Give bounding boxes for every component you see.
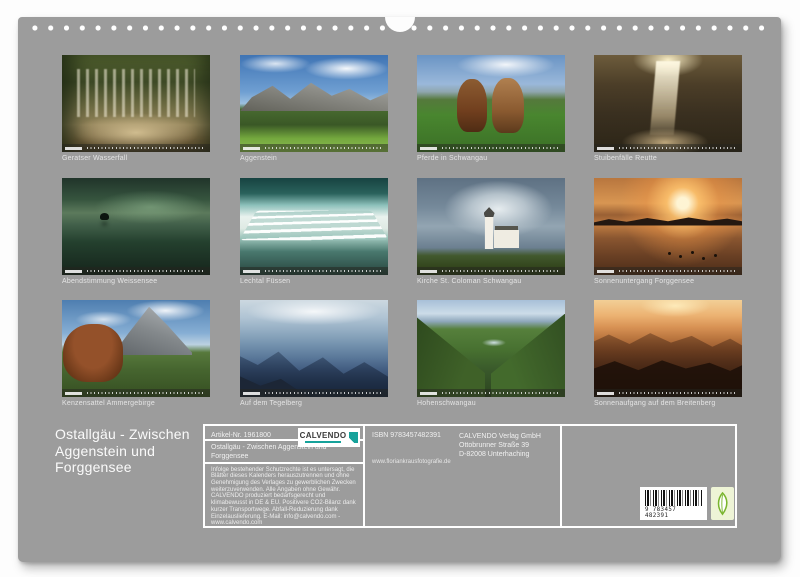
mini-calendar-strip: [417, 267, 565, 275]
month-cell: Auf dem Tegelberg: [240, 300, 388, 407]
publisher-line: CALVENDO Verlag GmbH: [459, 432, 541, 441]
barcode-bars: [645, 490, 702, 506]
mini-calendar-strip: [240, 389, 388, 397]
imprint-left-column: Artikel-Nr. 1961800 CALVENDO Ostallgäu -…: [205, 426, 365, 526]
month-photo-waterfall: [62, 55, 210, 152]
title-line: Ostallgäu - Zwischen: [55, 426, 190, 443]
month-photo-sunset: [594, 178, 742, 275]
photo-caption: Stuibenfälle Reutte: [594, 155, 742, 162]
calendar-title: Ostallgäu - Zwischen Aggenstein und Forg…: [55, 426, 190, 476]
title-line: Aggenstein und: [55, 443, 190, 460]
mini-calendar-strip: [417, 389, 565, 397]
calvendo-logo-tagline-bar: [305, 441, 341, 443]
mini-calendar-strip: [594, 389, 742, 397]
photo-caption: Hohenschwangau: [417, 400, 565, 407]
mini-calendar-strip: [62, 267, 210, 275]
photo-caption: Lechtal Füssen: [240, 278, 388, 285]
photo-caption: Sonnenuntergang Forggensee: [594, 278, 742, 285]
publisher-line: Ottobrunner Straße 39: [459, 441, 541, 450]
month-photo-horses: [417, 55, 565, 152]
photo-caption: Geratser Wasserfall: [62, 155, 210, 162]
month-photo-mountain: [240, 55, 388, 152]
barcode-digits: 9 783457 482391: [645, 507, 702, 519]
month-photo-lake-dusk: [62, 178, 210, 275]
legal-text: Infolge bestehender Schutzrechte ist es …: [205, 464, 363, 530]
month-cell: Abendstimmung Weissensee: [62, 178, 210, 285]
mini-calendar-strip: [417, 144, 565, 152]
mini-calendar-strip: [594, 144, 742, 152]
title-line: Forggensee: [55, 459, 190, 476]
mini-calendar-strip: [240, 144, 388, 152]
photographer-website: www.floriankrausfotografie.de: [372, 459, 451, 465]
month-cell: Stuibenfälle Reutte: [594, 55, 742, 162]
month-photo-cow: [62, 300, 210, 397]
month-cell: Lechtal Füssen: [240, 178, 388, 285]
isbn-text: ISBN 9783457482391: [372, 432, 441, 439]
imprint-middle-column: ISBN 9783457482391 www.floriankrausfotog…: [365, 426, 562, 526]
month-cell: Aggenstein: [240, 55, 388, 162]
photo-caption: Kirche St. Coloman Schwangau: [417, 278, 565, 285]
month-cell: Kenzensattel Ammergebirge: [62, 300, 210, 407]
month-cell: Geratser Wasserfall: [62, 55, 210, 162]
eco-leaf-icon: [714, 491, 731, 517]
mini-calendar-strip: [62, 389, 210, 397]
calendar-back-cover: Geratser Wasserfall Aggenstein Pferde in…: [18, 17, 781, 562]
article-number: Artikel-Nr. 1961800: [211, 432, 271, 439]
month-cell: Hohenschwangau: [417, 300, 565, 407]
month-photo-valley: [417, 300, 565, 397]
photo-caption: Auf dem Tegelberg: [240, 400, 388, 407]
photo-caption: Pferde in Schwangau: [417, 155, 565, 162]
eco-label: [711, 487, 734, 520]
calvendo-logo-text: CALVENDO: [300, 432, 347, 440]
photo-caption: Abendstimmung Weissensee: [62, 278, 210, 285]
month-cell: Kirche St. Coloman Schwangau: [417, 178, 565, 285]
month-cell: Pferde in Schwangau: [417, 55, 565, 162]
article-number-row: Artikel-Nr. 1961800 CALVENDO: [205, 426, 363, 441]
publisher-address: CALVENDO Verlag GmbH Ottobrunner Straße …: [459, 432, 541, 459]
calvendo-logo: CALVENDO: [298, 428, 360, 447]
publisher-line: D-82008 Unterhaching: [459, 450, 541, 459]
month-photo-gorge: [594, 55, 742, 152]
imprint-right-column: 9 783457 482391: [562, 426, 735, 526]
month-photo-sunrise-ridges: [594, 300, 742, 397]
month-photo-blue-ridges: [240, 300, 388, 397]
mini-calendar-strip: [594, 267, 742, 275]
calendar-product-photo: Geratser Wasserfall Aggenstein Pferde in…: [0, 0, 800, 577]
month-photo-church: [417, 178, 565, 275]
ean-barcode: 9 783457 482391: [640, 487, 707, 520]
photo-caption: Aggenstein: [240, 155, 388, 162]
mini-calendar-strip: [62, 144, 210, 152]
mini-calendar-strip: [240, 267, 388, 275]
photo-caption: Sonnenaufgang auf dem Breitenberg: [594, 400, 742, 407]
month-cell: Sonnenuntergang Forggensee: [594, 178, 742, 285]
month-cell: Sonnenaufgang auf dem Breitenberg: [594, 300, 742, 407]
photo-caption: Kenzensattel Ammergebirge: [62, 400, 210, 407]
imprint-box: Artikel-Nr. 1961800 CALVENDO Ostallgäu -…: [203, 424, 737, 528]
calvendo-logo-icon: [349, 432, 358, 443]
month-photo-weir: [240, 178, 388, 275]
